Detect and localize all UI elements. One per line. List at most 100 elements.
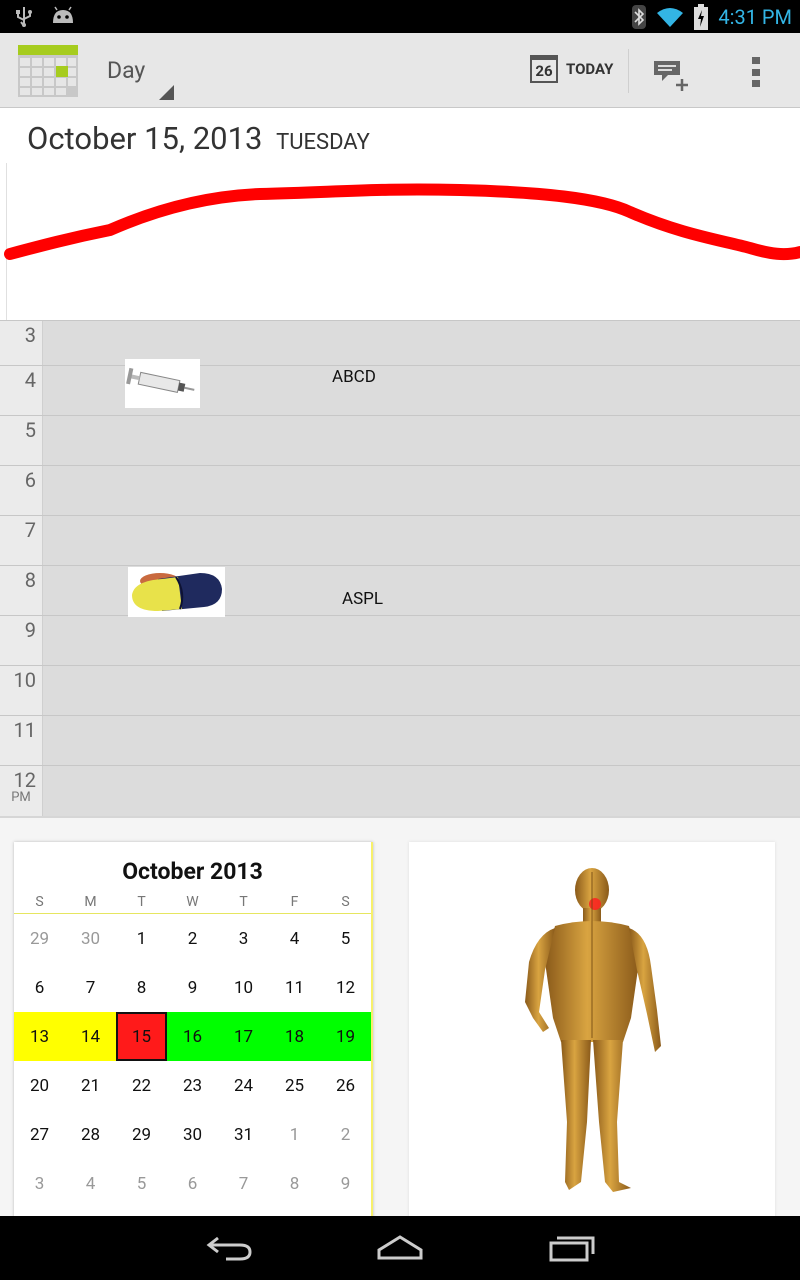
calendar-day[interactable]: 8 [116,963,167,1012]
calendar-day[interactable]: 4 [65,1159,116,1208]
calendar-day[interactable]: 3 [218,914,269,963]
calendar-day[interactable]: 2 [320,1110,371,1159]
wifi-icon [657,8,684,27]
calendar-day[interactable]: 14 [65,1012,116,1061]
calendar-day[interactable]: 28 [65,1110,116,1159]
calendar-day[interactable]: 2 [167,914,218,963]
battery-charging-icon [694,4,709,30]
calendar-day[interactable]: 12 [320,963,371,1012]
hour-row[interactable]: 3 [0,320,800,370]
calendar-day[interactable]: 6 [14,963,65,1012]
calendar-day[interactable]: 30 [167,1110,218,1159]
calendar-day[interactable]: 1 [116,914,167,963]
hour-label: 7 [0,516,43,565]
today-label: TODAY [566,60,614,78]
calendar-day[interactable]: 3 [14,1159,65,1208]
status-bar: 4:31 PM [0,0,800,33]
calendar-day[interactable]: 25 [269,1061,320,1110]
day-header: October 15, 2013 TUESDAY [0,108,800,320]
action-bar: Day 26 TODAY [0,33,800,109]
calendar-day[interactable]: 17 [218,1012,269,1061]
hour-label: 8 [0,566,43,615]
calendar-day[interactable]: 26 [320,1061,371,1110]
calendar-day[interactable]: 22 [116,1061,167,1110]
calendar-week-current: 13 14 15 16 17 18 19 [14,1012,371,1061]
calendar-day[interactable]: 19 [320,1012,371,1061]
hour-row[interactable]: 4 [0,365,800,415]
event-title[interactable]: ABCD [332,367,376,387]
calendar-grid: 29 30 1 2 3 4 5 6 7 8 9 10 11 12 13 14 1… [14,914,371,1208]
calendar-day[interactable]: 10 [218,963,269,1012]
calendar-day[interactable]: 29 [116,1110,167,1159]
event-title[interactable]: ASPL [342,589,383,609]
calendar-day[interactable]: 6 [167,1159,218,1208]
hour-label: 10 [0,666,43,715]
date-text: October 15, 2013 [27,120,263,157]
day-hours-grid[interactable]: 3 4 5 6 7 8 9 10 11 12 PM ABCD ASPL [0,320,800,816]
new-event-icon[interactable] [652,57,692,93]
calendar-day[interactable]: 21 [65,1061,116,1110]
hour-row[interactable]: 7 [0,515,800,565]
calendar-day[interactable]: 7 [218,1159,269,1208]
bottom-panel: October 2013 S M T W T F S 29 30 1 2 3 4… [0,816,800,1218]
hour-row[interactable]: 8 [0,565,800,615]
calendar-week: 6 7 8 9 10 11 12 [14,963,371,1012]
calendar-week: 29 30 1 2 3 4 5 [14,914,371,963]
recents-icon[interactable] [548,1234,596,1262]
calendar-app-icon[interactable] [18,45,78,97]
home-icon[interactable] [376,1234,424,1262]
calendar-day[interactable]: 30 [65,914,116,963]
dropdown-triangle-icon [159,85,174,100]
action-divider [628,49,629,93]
hour-label: 4 [0,366,43,415]
calendar-day[interactable]: 29 [14,914,65,963]
calendar-day[interactable]: 4 [269,914,320,963]
calendar-day-selected[interactable]: 15 [116,1012,167,1061]
acupuncture-figure-image [525,868,661,1192]
mini-calendar-title: October 2013 [122,858,263,885]
hour-row[interactable]: 9 [0,615,800,665]
calendar-day[interactable]: 5 [320,914,371,963]
weekday-label: S [35,894,44,910]
android-debug-icon [53,6,73,23]
today-button[interactable]: 26 TODAY [530,55,613,83]
usb-icon [16,7,32,27]
hour-row[interactable]: 12 PM [0,765,800,816]
back-icon[interactable] [206,1234,254,1262]
mini-calendar: October 2013 S M T W T F S 29 30 1 2 3 4… [14,842,373,1218]
calendar-day[interactable]: 23 [167,1061,218,1110]
calendar-day[interactable]: 1 [269,1110,320,1159]
calendar-day[interactable]: 31 [218,1110,269,1159]
weekday-label: F [290,894,299,910]
calendar-day[interactable]: 7 [65,963,116,1012]
view-mode-dropdown[interactable]: Day [107,57,174,100]
calendar-day[interactable]: 16 [167,1012,218,1061]
calendar-day[interactable]: 13 [14,1012,65,1061]
calendar-day[interactable]: 8 [269,1159,320,1208]
weekday-label: S [341,894,350,910]
hour-label: 12 PM [0,766,43,816]
hour-label: 6 [0,466,43,515]
hour-row[interactable]: 10 [0,665,800,715]
syringe-image[interactable] [125,359,200,408]
calendar-day[interactable]: 24 [218,1061,269,1110]
calendar-day[interactable]: 27 [14,1110,65,1159]
weekday-label: T [137,894,146,910]
calendar-day[interactable]: 18 [269,1012,320,1061]
bluetooth-icon [632,5,647,29]
calendar-day[interactable]: 11 [269,963,320,1012]
capsule-image[interactable] [128,567,225,617]
body-figure-card[interactable] [409,842,775,1218]
hour-row[interactable]: 11 [0,715,800,765]
hour-label: 9 [0,616,43,665]
calendar-day[interactable]: 20 [14,1061,65,1110]
weekday-label: T [239,894,248,910]
calendar-day[interactable]: 5 [116,1159,167,1208]
calendar-day[interactable]: 9 [167,963,218,1012]
overflow-menu-icon[interactable] [752,57,760,87]
view-mode-label: Day [107,57,146,84]
calendar-day[interactable]: 9 [320,1159,371,1208]
hour-row[interactable]: 6 [0,465,800,515]
hour-row[interactable]: 5 [0,415,800,465]
weekday-label: M [84,894,97,910]
